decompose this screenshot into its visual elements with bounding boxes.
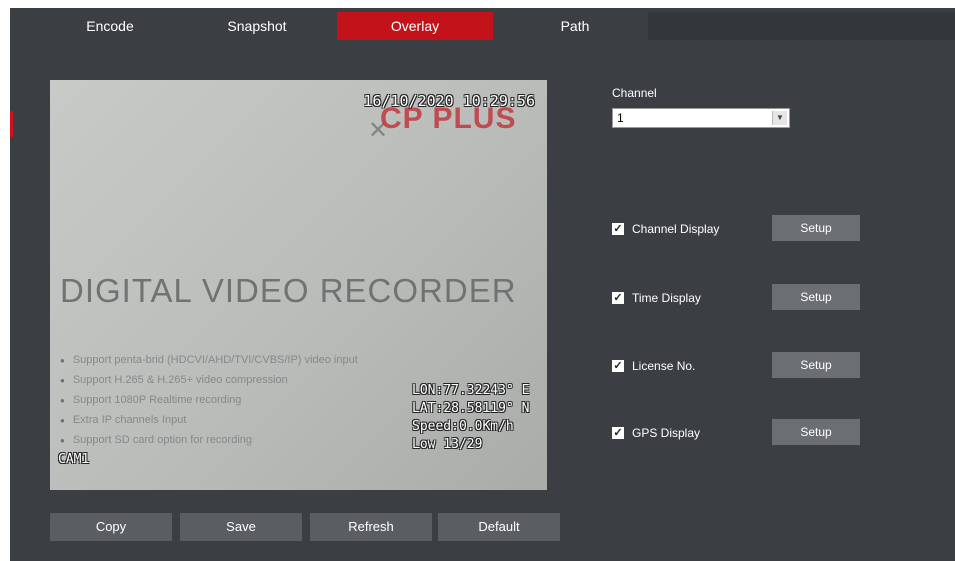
tab-bar-filler bbox=[648, 12, 955, 40]
setup-button-channel-display[interactable]: Setup bbox=[772, 215, 860, 241]
feature-line: Extra IP channels Input bbox=[60, 410, 358, 430]
checkbox-gps-display[interactable]: ✓ bbox=[612, 427, 624, 439]
tab-overlay[interactable]: Overlay bbox=[337, 12, 493, 40]
tab-encode[interactable]: Encode bbox=[50, 12, 170, 40]
option-label: Time Display bbox=[632, 291, 701, 305]
option-label: GPS Display bbox=[632, 426, 701, 440]
channel-label: Channel bbox=[612, 86, 657, 100]
preview-title-text: DIGITAL VIDEO RECORDER bbox=[60, 272, 517, 309]
tab-bar: Encode Snapshot Overlay Path bbox=[10, 8, 955, 44]
default-button[interactable]: Default bbox=[438, 513, 560, 541]
setup-button-time-display[interactable]: Setup bbox=[772, 284, 860, 310]
feature-line: Support H.265 & H.265+ video compression bbox=[60, 370, 358, 390]
active-menu-indicator bbox=[10, 111, 13, 137]
channel-select[interactable]: 1 ▼ bbox=[612, 108, 790, 128]
channel-select-value: 1 bbox=[617, 111, 624, 125]
save-button[interactable]: Save bbox=[180, 513, 302, 541]
tab-path[interactable]: Path bbox=[510, 12, 640, 40]
checkbox-time-display[interactable]: ✓ bbox=[612, 292, 624, 304]
setup-button-license-no[interactable]: Setup bbox=[772, 352, 860, 378]
osd-time: 16/10/2020 10:29:56 bbox=[363, 92, 535, 110]
copy-button[interactable]: Copy bbox=[50, 513, 172, 541]
checkbox-license-no[interactable]: ✓ bbox=[612, 360, 624, 372]
tab-snapshot[interactable]: Snapshot bbox=[192, 12, 322, 40]
setup-button-gps-display[interactable]: Setup bbox=[772, 419, 860, 445]
osd-gps-lon: LON:77.32243° E bbox=[412, 383, 530, 398]
checkbox-channel-display[interactable]: ✓ bbox=[612, 223, 624, 235]
osd-gps-speed: Speed:0.0Km/h bbox=[412, 419, 514, 434]
video-preview: ✕ CP PLUS 16/10/2020 10:29:56 DIGITAL VI… bbox=[50, 80, 547, 490]
feature-line: Support penta-brid (HDCVI/AHD/TVI/CVBS/I… bbox=[60, 350, 358, 370]
option-label: Channel Display bbox=[632, 222, 720, 236]
refresh-button[interactable]: Refresh bbox=[310, 513, 432, 541]
feature-list: Support penta-brid (HDCVI/AHD/TVI/CVBS/I… bbox=[60, 350, 358, 450]
feature-line: Support 1080P Realtime recording bbox=[60, 390, 358, 410]
chevron-down-icon[interactable]: ▼ bbox=[772, 111, 787, 125]
osd-gps-low: Low 13/29 bbox=[412, 437, 483, 452]
osd-gps: LON:77.32243° E LAT:28.58119° N Speed:0.… bbox=[412, 382, 529, 454]
feature-line: Support SD card option for recording bbox=[60, 430, 358, 450]
option-label: License No. bbox=[632, 359, 696, 373]
osd-camera-name: CAM1 bbox=[58, 452, 90, 467]
osd-gps-lat: LAT:28.58119° N bbox=[412, 401, 530, 416]
overlay-settings-panel: Encode Snapshot Overlay Path ✕ CP PLUS 1… bbox=[10, 8, 955, 561]
